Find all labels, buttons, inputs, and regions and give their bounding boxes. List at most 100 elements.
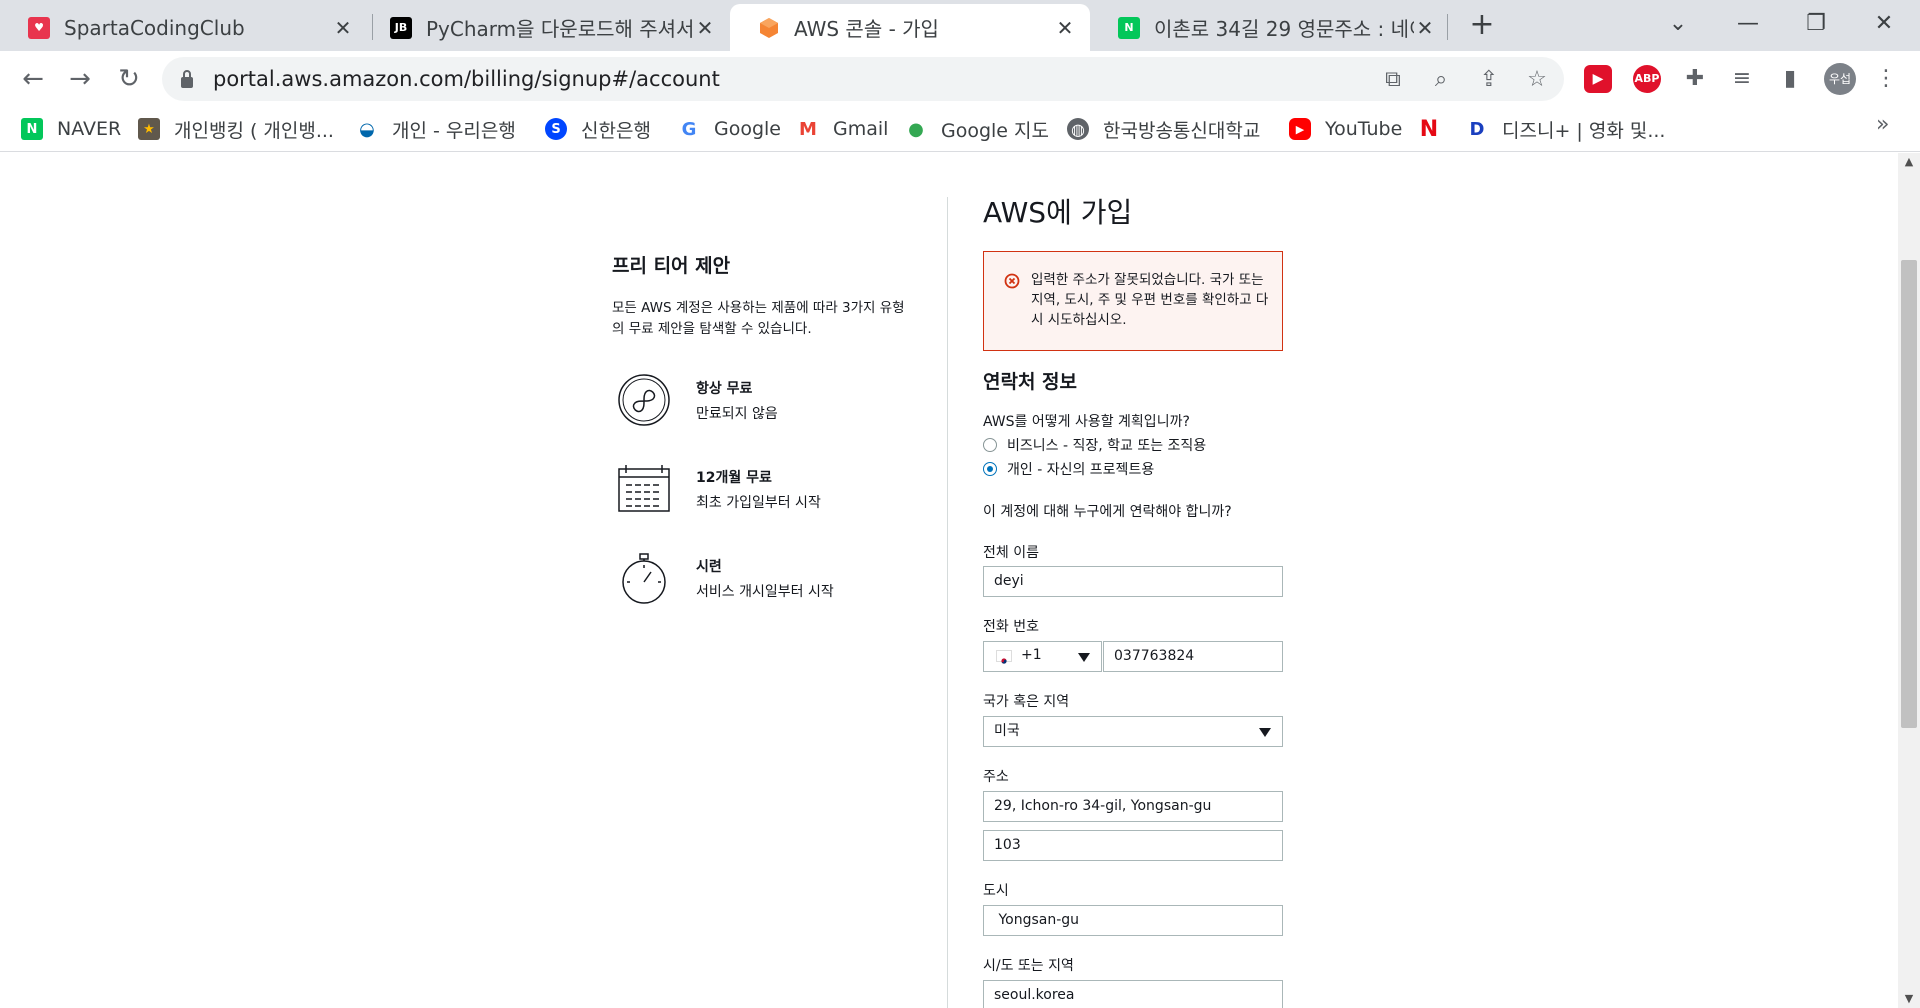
bookmark-netflix[interactable]: N: [1418, 116, 1440, 142]
page-content: 프리 티어 제안 모든 AWS 계정은 사용하는 제품에 따라 3가지 유형의 …: [0, 153, 1898, 1008]
address-bar[interactable]: portal.aws.amazon.com/billing/signup#/ac…: [162, 57, 1564, 101]
media-control-icon[interactable]: ≡: [1728, 65, 1756, 93]
tab-strip: ♥ SpartaCodingClub ✕ JB PyCharm을 다운로드해 주…: [0, 0, 1920, 51]
free-tier-title: 프리 티어 제안: [612, 255, 731, 277]
tier-name: 12개월 무료: [696, 470, 772, 486]
scroll-thumb[interactable]: [1901, 260, 1917, 728]
radio-label: 비즈니스 - 직장, 학교 또는 조직용: [1007, 438, 1207, 454]
kb-bank-icon: ★: [138, 118, 160, 140]
scroll-up-icon[interactable]: ▲: [1898, 153, 1920, 171]
new-tab-button[interactable]: +: [1465, 9, 1499, 43]
tab-spartacodingclub[interactable]: ♥ SpartaCodingClub ✕: [0, 4, 368, 51]
bookmark-knou[interactable]: ◍ 한국방송통신대학교: [1067, 116, 1260, 142]
youtube-icon: ▶: [1289, 118, 1311, 140]
minimize-button[interactable]: —: [1718, 6, 1778, 42]
gmail-icon: M: [797, 118, 819, 140]
tab-close-icon[interactable]: ✕: [332, 17, 354, 39]
bookmarks-bar: N NAVER ★ 개인뱅킹 ( 개인뱅... ◒ 개인 - 우리은행 S 신한…: [0, 106, 1920, 152]
tab-separator: [1447, 14, 1448, 40]
extensions-puzzle-icon[interactable]: ✚: [1681, 65, 1709, 93]
bookmark-naver[interactable]: N NAVER: [21, 116, 121, 142]
reload-button[interactable]: ↻: [110, 60, 148, 98]
error-circle-icon: [1004, 273, 1020, 289]
lock-icon: [181, 70, 193, 88]
bookmarks-overflow-icon[interactable]: »: [1876, 112, 1889, 137]
usage-question: AWS를 어떻게 사용할 계획입니까?: [983, 414, 1190, 430]
tab-aws-signup[interactable]: AWS 콘솔 - 가입 ✕: [730, 4, 1090, 51]
netflix-icon: N: [1418, 116, 1440, 142]
country-select[interactable]: 미국: [983, 716, 1283, 747]
bookmark-kb[interactable]: ★ 개인뱅킹 ( 개인뱅...: [138, 116, 334, 142]
woori-bank-icon: ◒: [356, 118, 378, 140]
full-name-input[interactable]: deyi: [983, 566, 1283, 597]
forward-button[interactable]: →: [61, 60, 99, 98]
back-button[interactable]: ←: [14, 60, 52, 98]
address-line1-input[interactable]: 29, Ichon-ro 34-gil, Yongsan-gu: [983, 791, 1283, 822]
bookmark-label: 한국방송통신대학교: [1103, 119, 1261, 142]
tier-subtitle: 만료되지 않음: [696, 406, 778, 422]
bookmark-label: 개인 - 우리은행: [392, 119, 516, 142]
profile-avatar[interactable]: 우섭: [1824, 63, 1856, 95]
address-line2-input[interactable]: 103: [983, 830, 1283, 861]
radio-business[interactable]: 비즈니스 - 직장, 학교 또는 조직용: [983, 435, 1206, 455]
tier-trial: 시련 서비스 개시일부터 시작: [612, 550, 912, 610]
bookmark-shinhan[interactable]: S 신한은행: [545, 116, 651, 142]
naver-icon: N: [21, 118, 43, 140]
zoom-icon[interactable]: ⌕: [1428, 67, 1454, 93]
translate-icon[interactable]: ⧉: [1380, 67, 1406, 93]
tier-12-months: 12개월 무료 최초 가입일부터 시작: [612, 461, 912, 521]
free-tier-description: 모든 AWS 계정은 사용하는 제품에 따라 3가지 유형의 무료 제안을 탐색…: [612, 300, 905, 337]
disney-plus-icon: D: [1466, 118, 1488, 140]
column-divider: [947, 197, 948, 1008]
bookmark-gmail[interactable]: M Gmail: [797, 116, 888, 142]
state-input[interactable]: seoul.korea: [983, 980, 1283, 1008]
radio-button[interactable]: [983, 462, 997, 476]
scroll-down-icon[interactable]: ▼: [1898, 990, 1920, 1008]
tier-name: 시련: [696, 559, 722, 575]
page-scrollbar[interactable]: ▲ ▼: [1898, 153, 1920, 1008]
share-icon[interactable]: ⇪: [1476, 67, 1502, 93]
city-input[interactable]: Yongsan-gu: [983, 905, 1283, 936]
tab-title: SpartaCodingClub: [64, 15, 245, 40]
menu-kebab-icon[interactable]: ⋮: [1872, 65, 1900, 93]
bookmark-disney[interactable]: D 디즈니+ | 영화 및...: [1466, 116, 1665, 142]
google-icon: G: [678, 118, 700, 140]
tab-close-icon[interactable]: ✕: [1054, 17, 1076, 39]
bookmark-google[interactable]: G Google: [678, 116, 781, 142]
bookmark-label: 신한은행: [581, 119, 651, 142]
naver-icon: N: [1118, 16, 1140, 39]
bookmark-woori[interactable]: ◒ 개인 - 우리은행: [356, 116, 516, 142]
phone-number-input[interactable]: 037763824: [1103, 641, 1283, 672]
city-label: 도시: [983, 883, 1009, 899]
radio-label: 개인 - 자신의 프로젝트용: [1007, 462, 1155, 478]
tab-close-icon[interactable]: ✕: [694, 17, 716, 39]
tab-search-icon[interactable]: ⌄: [1648, 6, 1708, 42]
tier-name: 항상 무료: [696, 381, 753, 397]
caret-down-icon: [1259, 728, 1271, 737]
infinity-icon: [618, 374, 670, 426]
restore-button[interactable]: ❐: [1786, 6, 1846, 42]
country-code-select[interactable]: +1: [983, 641, 1102, 672]
tab-naver-address[interactable]: N 이촌로 34길 29 영문주소 : 네이버 ✕: [1090, 4, 1450, 51]
radio-button[interactable]: [983, 438, 997, 452]
radio-personal[interactable]: 개인 - 자신의 프로젝트용: [983, 459, 1154, 479]
error-alert: 입력한 주소가 잘못되었습니다. 국가 또는 지역, 도시, 주 및 우편 번호…: [983, 251, 1283, 351]
tab-pycharm[interactable]: JB PyCharm을 다운로드해 주셔서 감 ✕: [362, 4, 730, 51]
bookmark-youtube[interactable]: ▶ YouTube: [1289, 116, 1402, 142]
close-window-button[interactable]: ✕: [1854, 6, 1914, 42]
globe-icon: ◍: [1067, 118, 1089, 140]
bookmark-star-icon[interactable]: ☆: [1524, 67, 1550, 93]
side-panel-icon[interactable]: ▮: [1776, 65, 1804, 93]
state-label: 시/도 또는 지역: [983, 958, 1074, 974]
tab-close-icon[interactable]: ✕: [1414, 17, 1436, 39]
contact-info-heading: 연락처 정보: [983, 371, 1078, 393]
stopwatch-icon: [622, 553, 666, 604]
bookmark-label: Gmail: [833, 118, 889, 140]
bookmark-google-maps[interactable]: ● Google 지도: [905, 116, 1049, 142]
adblock-icon[interactable]: ABP: [1633, 65, 1661, 93]
jetbrains-icon: JB: [390, 16, 412, 39]
maps-pin-icon: ●: [905, 118, 927, 140]
extension-red-icon[interactable]: ▶: [1584, 65, 1612, 93]
page-title: AWS에 가입: [983, 196, 1133, 229]
bookmark-label: 개인뱅킹 ( 개인뱅...: [174, 119, 334, 142]
